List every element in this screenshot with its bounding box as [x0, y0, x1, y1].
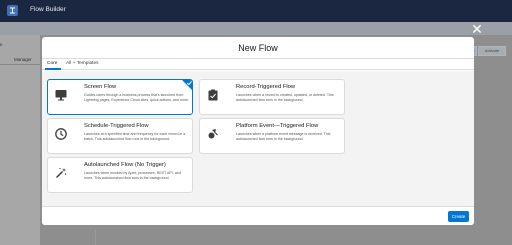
tab-core[interactable]: Core	[47, 61, 57, 66]
close-modal-icon[interactable]: ✕	[470, 22, 484, 36]
card-platform-event-triggered-flow[interactable]: Platform Event—Triggered Flow Launches w…	[199, 118, 345, 154]
left-panel-tab-manager[interactable]: Manager	[14, 57, 32, 62]
card-screen-flow[interactable]: Screen Flow Guides users through a busin…	[47, 79, 193, 115]
modal-footer: Create	[42, 206, 474, 225]
left-panel-divider	[0, 64, 40, 65]
card-description: Launches when a platform event message i…	[236, 132, 331, 141]
card-schedule-triggered-flow[interactable]: Schedule-Triggered Flow Launches at a sp…	[47, 118, 193, 154]
card-title: Autolaunched Flow (No Trigger)	[84, 162, 166, 168]
modal-title: New Flow	[42, 37, 474, 59]
card-title: Platform Event—Triggered Flow	[236, 123, 319, 129]
active-tab-indicator	[45, 68, 61, 70]
card-title: Schedule-Triggered Flow	[84, 123, 149, 129]
selected-check-icon	[182, 80, 192, 90]
flow-builder-logo-icon	[7, 5, 18, 16]
activate-button[interactable]: Activate	[478, 46, 506, 56]
clipboard-icon	[208, 89, 218, 101]
left-panel	[0, 35, 40, 245]
card-description: Launches at a specified time and frequen…	[84, 132, 186, 141]
card-record-triggered-flow[interactable]: Record-Triggered Flow Launches when a re…	[199, 79, 345, 115]
card-description: Launches when a record is created, updat…	[236, 93, 334, 102]
platform-event-icon	[208, 129, 218, 139]
app-title: Flow Builder	[30, 6, 66, 13]
card-description: Launches when invoked by Apex, processes…	[84, 171, 181, 180]
left-panel-tab-elements[interactable]: e	[0, 42, 3, 47]
canvas-connector	[95, 230, 96, 245]
app-header: Flow Builder	[0, 0, 512, 22]
new-flow-modal: New Flow Core All + Templates Screen Flo…	[42, 37, 474, 225]
magic-wand-icon	[55, 167, 67, 179]
clock-icon	[55, 128, 67, 140]
modal-tabs: Core All + Templates	[42, 59, 474, 70]
flow-type-grid: Screen Flow Guides users through a busin…	[42, 71, 474, 206]
card-title: Screen Flow	[84, 84, 117, 90]
monitor-icon	[55, 90, 67, 101]
card-autolaunched-flow[interactable]: Autolaunched Flow (No Trigger) Launches …	[47, 157, 193, 193]
tab-all-templates[interactable]: All + Templates	[66, 61, 99, 66]
toolbar: New Flows Run Debug Save As Save Activat…	[0, 22, 512, 61]
card-description: Guides users through a business process …	[84, 93, 190, 102]
create-button[interactable]: Create	[448, 211, 469, 222]
card-title: Record-Triggered Flow	[236, 84, 296, 90]
